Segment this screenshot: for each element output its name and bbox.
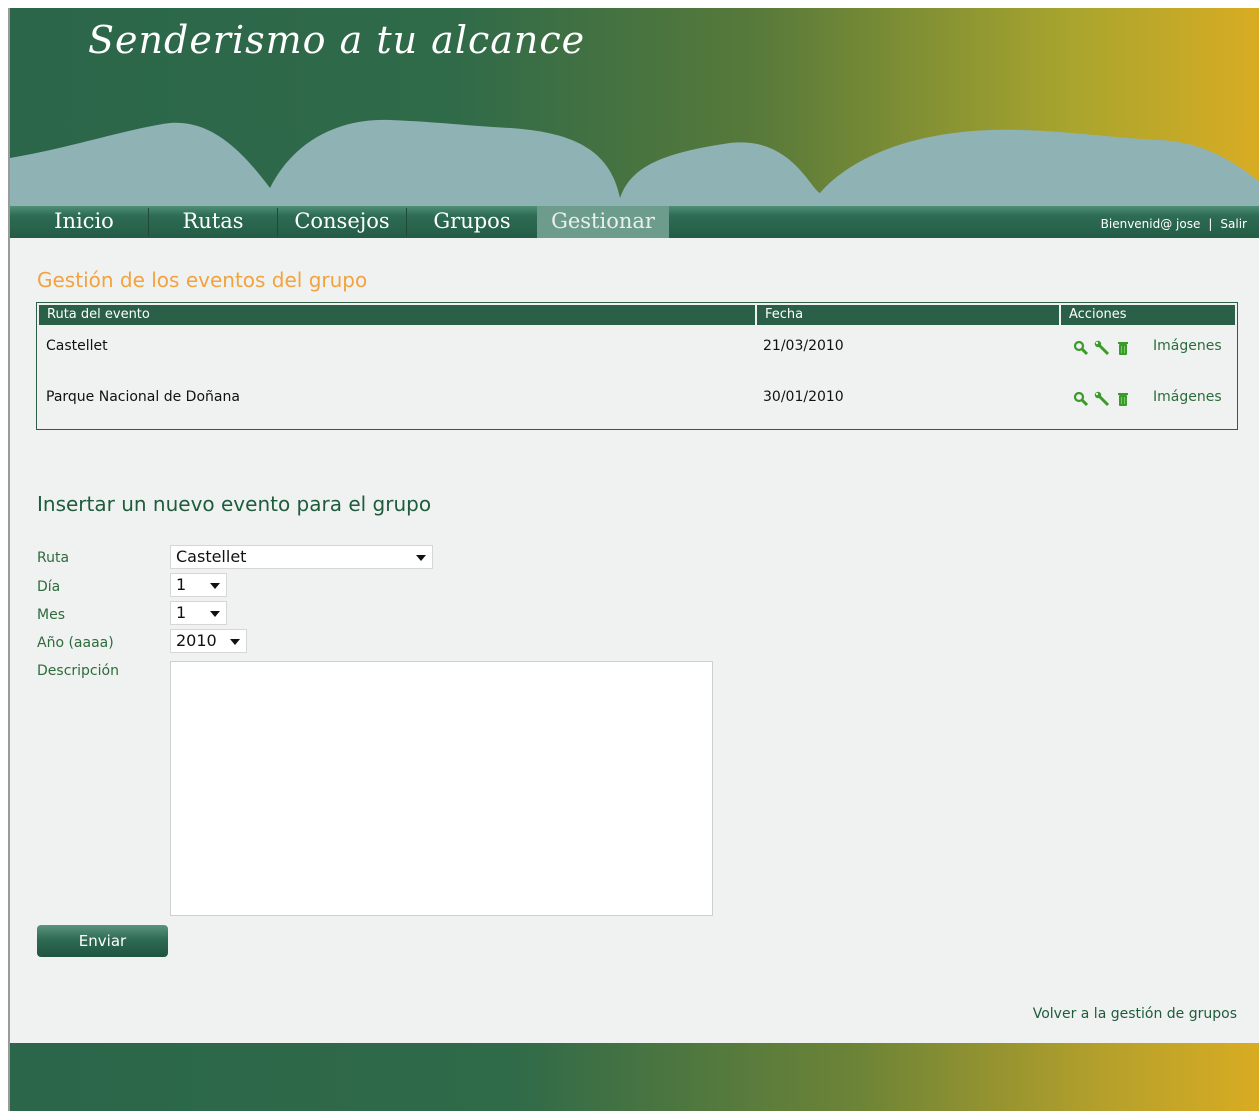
- nav-item-rutas[interactable]: Rutas: [149, 206, 277, 238]
- nav-item-grupos[interactable]: Grupos: [407, 206, 537, 238]
- chevron-down-icon: [230, 639, 240, 645]
- user-separator: |: [1208, 217, 1213, 231]
- page-frame: Senderismo a tu alcance Inicio Rutas Con…: [8, 8, 1259, 1111]
- chevron-down-icon: [210, 583, 220, 589]
- chevron-down-icon: [210, 611, 220, 617]
- send-button[interactable]: Enviar: [37, 925, 168, 957]
- event-date-cell: 21/03/2010: [763, 338, 844, 354]
- mes-label: Mes: [37, 607, 65, 623]
- images-link[interactable]: Imágenes: [1153, 389, 1222, 405]
- wrench-icon[interactable]: [1094, 391, 1110, 407]
- event-date-cell: 30/01/2010: [763, 389, 844, 405]
- event-route-cell: Parque Nacional de Doñana: [46, 389, 240, 405]
- dia-label: Día: [37, 579, 61, 595]
- new-event-title: Insertar un nuevo evento para el grupo: [37, 492, 432, 516]
- column-header-acciones: Acciones: [1061, 305, 1235, 325]
- trash-icon[interactable]: [1115, 340, 1131, 356]
- column-header-ruta: Ruta del evento: [39, 305, 755, 325]
- images-link[interactable]: Imágenes: [1153, 338, 1222, 354]
- wrench-icon[interactable]: [1094, 340, 1110, 356]
- user-area: Bienvenid@ jose | Salir: [1101, 206, 1247, 238]
- ruta-select[interactable]: Castellet: [170, 545, 433, 569]
- header-banner: Senderismo a tu alcance: [10, 8, 1259, 206]
- descripcion-label: Descripción: [37, 663, 119, 679]
- mes-select-value: 1: [176, 603, 187, 622]
- nav-item-gestionar[interactable]: Gestionar: [537, 206, 669, 238]
- ruta-select-value: Castellet: [176, 547, 247, 566]
- trash-icon[interactable]: [1115, 391, 1131, 407]
- dia-select-value: 1: [176, 575, 187, 594]
- logout-link[interactable]: Salir: [1220, 217, 1247, 231]
- chevron-down-icon: [416, 555, 426, 561]
- anio-select[interactable]: 2010: [170, 629, 247, 653]
- welcome-text: Bienvenid@ jose: [1100, 217, 1201, 231]
- events-table: Ruta del evento Fecha Acciones Castellet…: [36, 302, 1238, 430]
- dia-select[interactable]: 1: [170, 573, 227, 597]
- back-to-groups-link[interactable]: Volver a la gestión de grupos: [1033, 1006, 1237, 1022]
- column-header-fecha: Fecha: [757, 305, 1059, 325]
- event-route-cell: Castellet: [46, 338, 108, 354]
- search-icon[interactable]: [1073, 391, 1089, 407]
- event-actions: [1073, 340, 1131, 356]
- ruta-label: Ruta: [37, 550, 70, 566]
- main-navbar: Inicio Rutas Consejos Grupos Gestionar B…: [10, 206, 1259, 238]
- descripcion-textarea[interactable]: [170, 661, 713, 916]
- nav-item-consejos[interactable]: Consejos: [278, 206, 406, 238]
- mes-select[interactable]: 1: [170, 601, 227, 625]
- event-actions: [1073, 391, 1131, 407]
- site-title: Senderismo a tu alcance: [88, 18, 586, 62]
- anio-select-value: 2010: [176, 631, 217, 650]
- anio-label: Año (aaaa): [37, 635, 114, 651]
- nav-item-inicio[interactable]: Inicio: [20, 206, 148, 238]
- search-icon[interactable]: [1073, 340, 1089, 356]
- events-section-title: Gestión de los eventos del grupo: [37, 268, 368, 292]
- footer-banner: [10, 1043, 1259, 1111]
